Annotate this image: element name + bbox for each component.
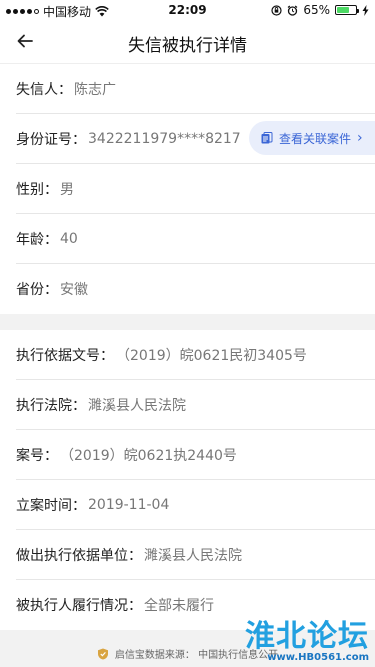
document-icon [261, 132, 273, 144]
age-value: 40 [60, 230, 78, 247]
watermark: 淮北论坛 www.HB0561.com [245, 609, 375, 667]
id-label: 身份证号： [16, 131, 86, 148]
battery-fill [337, 7, 349, 13]
gender-label: 性别： [16, 181, 58, 198]
alarm-icon [287, 5, 298, 16]
shield-icon [97, 648, 108, 659]
status-right: 65% [271, 3, 369, 17]
court-label: 执行法院： [16, 397, 86, 414]
filing-date-value: 2019-11-04 [88, 496, 170, 513]
page-title: 失信被执行详情 [128, 36, 247, 56]
charging-icon [362, 4, 369, 16]
person-info-section: 失信人： 陈志广 身份证号： 3422211979****8217 查看关联案件… [0, 64, 375, 314]
basis-number-label: 执行依据文号： [16, 347, 114, 364]
name-label: 失信人： [16, 81, 72, 98]
row-gender: 性别： 男 [16, 164, 375, 214]
name-value: 陈志广 [74, 81, 116, 98]
row-court: 执行法院： 濉溪县人民法院 [16, 380, 375, 430]
row-province: 省份： 安徽 [16, 264, 375, 314]
row-case-number: 案号： （2019）皖0621执2440号 [16, 430, 375, 480]
status-bar: 中国移动 22:09 65% [0, 0, 375, 20]
row-id-number: 身份证号： 3422211979****8217 查看关联案件 › [16, 114, 375, 164]
case-info-section: 执行依据文号： （2019）皖0621民初3405号 执行法院： 濉溪县人民法院… [0, 330, 375, 630]
case-number-value: （2019）皖0621执2440号 [60, 447, 237, 464]
case-number-label: 案号： [16, 447, 58, 464]
basis-unit-value: 濉溪县人民法院 [144, 547, 242, 564]
nav-bar: 失信被执行详情 [0, 20, 375, 64]
page: 中国移动 22:09 65% 失信被执行详情 失信人： 陈志广 身份证号： 34… [0, 0, 375, 667]
row-basis-unit: 做出执行依据单位： 濉溪县人民法院 [16, 530, 375, 580]
related-cases-label: 查看关联案件 [279, 131, 352, 146]
row-age: 年龄： 40 [16, 214, 375, 264]
battery-icon [335, 5, 359, 15]
filing-date-label: 立案时间： [16, 497, 86, 514]
court-value: 濉溪县人民法院 [88, 397, 186, 414]
gender-value: 男 [60, 181, 74, 198]
basis-unit-label: 做出执行依据单位： [16, 547, 142, 564]
row-basis-number: 执行依据文号： （2019）皖0621民初3405号 [16, 330, 375, 380]
watermark-url: www.HB0561.com [267, 652, 369, 663]
rotation-lock-icon [271, 4, 282, 16]
id-value: 3422211979****8217 [88, 130, 241, 147]
performance-value: 全部未履行 [144, 598, 214, 614]
province-value: 安徽 [60, 282, 88, 298]
performance-label: 被执行人履行情况： [16, 598, 142, 614]
row-filing-date: 立案时间： 2019-11-04 [16, 480, 375, 530]
basis-number-value: （2019）皖0621民初3405号 [116, 347, 307, 364]
row-name: 失信人： 陈志广 [16, 64, 375, 114]
chevron-right-icon: › [357, 130, 363, 146]
age-label: 年龄： [16, 231, 58, 248]
watermark-title: 淮北论坛 [245, 619, 369, 654]
province-label: 省份： [16, 282, 58, 298]
battery-percent: 65% [303, 3, 330, 17]
related-cases-button[interactable]: 查看关联案件 › [249, 121, 375, 155]
